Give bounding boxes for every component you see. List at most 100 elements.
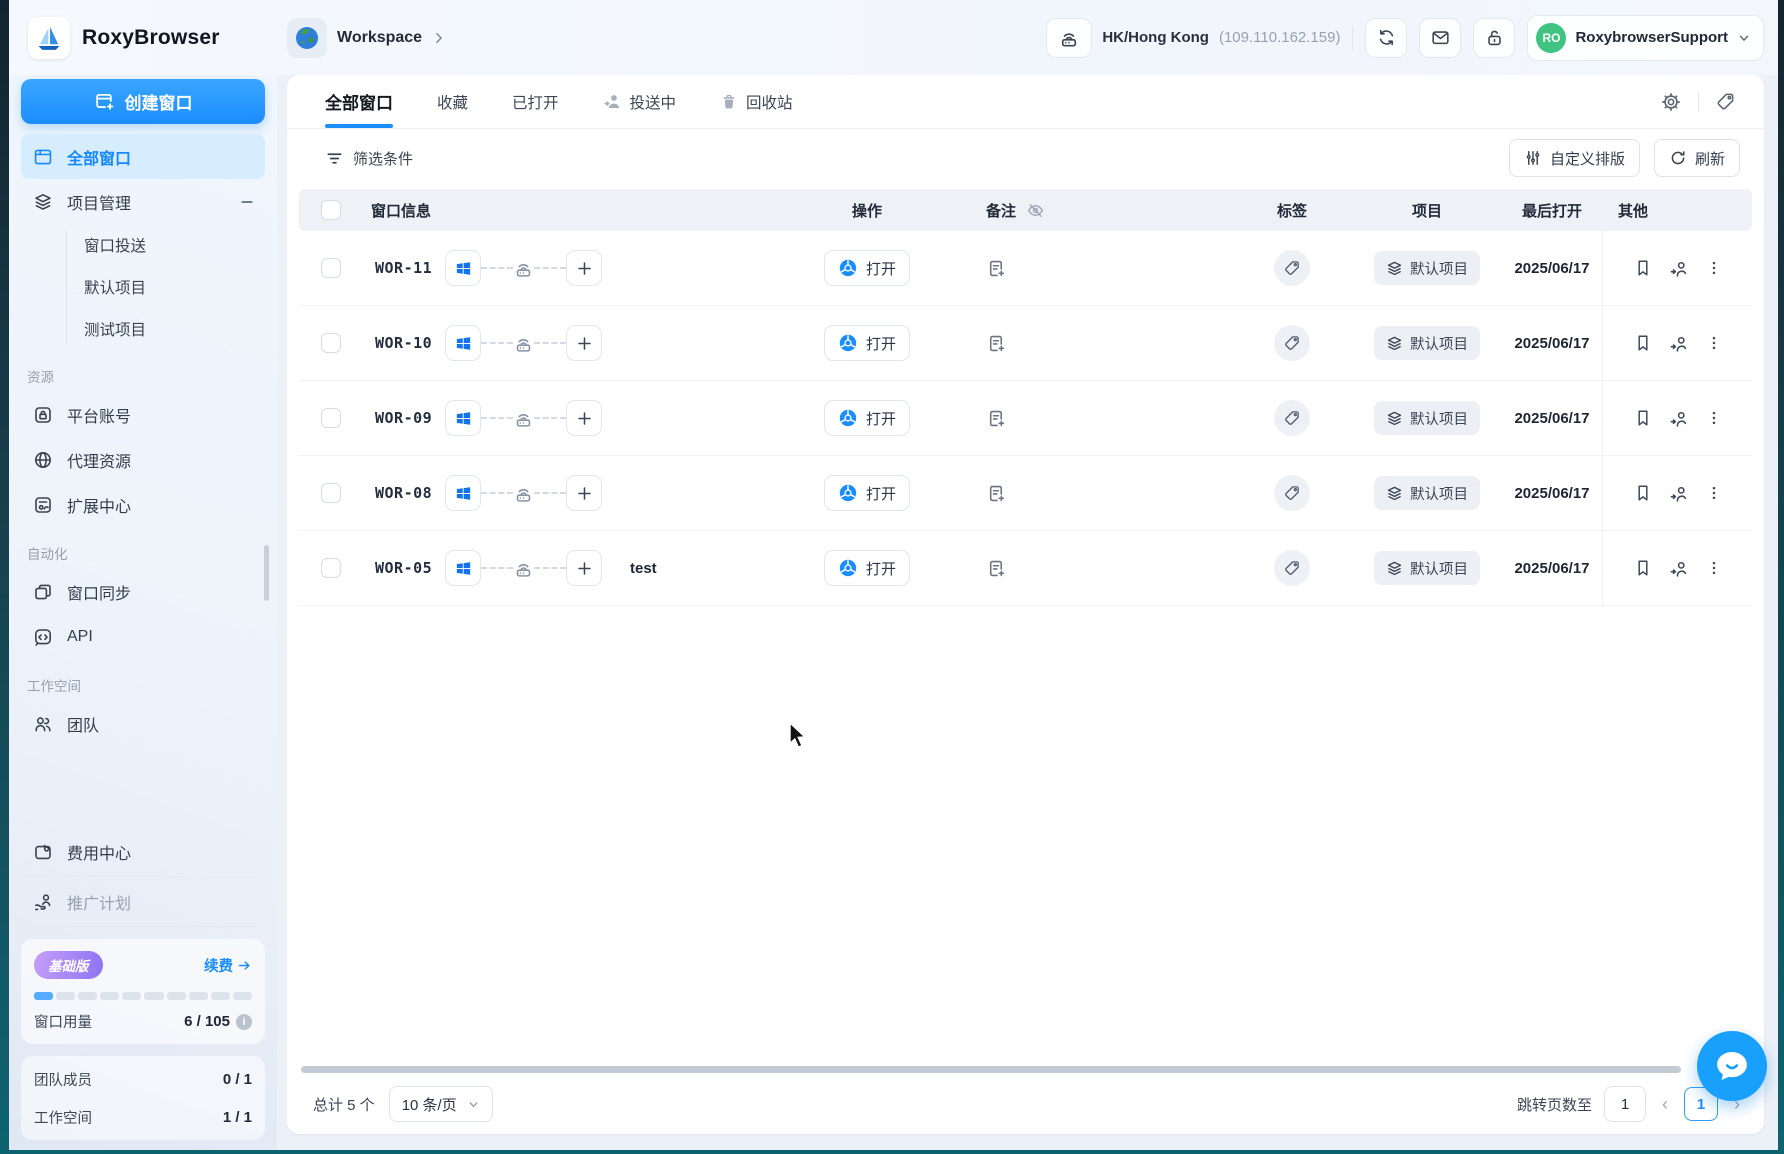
horizontal-scrollbar-thumb[interactable] [301,1066,1682,1073]
transfer-user-icon[interactable] [1668,483,1689,504]
windows-os-icon[interactable] [445,475,481,511]
tag-button[interactable] [1274,400,1310,436]
proxy-info[interactable]: HK/Hong Kong (109.110.162.159) [1046,17,1340,58]
tab-sending[interactable]: 投送中 [603,75,676,128]
proxy-router-icon[interactable] [513,408,534,429]
tag-button[interactable] [1274,325,1310,361]
add-note-icon[interactable] [986,483,1007,504]
row-checkbox[interactable] [321,558,341,578]
transfer-user-icon[interactable] [1668,558,1689,579]
windows-os-icon[interactable] [445,325,481,361]
windows-os-icon[interactable] [445,550,481,586]
custom-layout-button[interactable]: 自定义排版 [1508,139,1640,177]
sidebar-subitem-default-project[interactable]: 默认项目 [21,266,265,308]
open-window-button[interactable]: 打开 [823,325,910,361]
bookmark-icon[interactable] [1633,408,1653,428]
table-row[interactable]: WOR-10 打开 默认项目 2025/06/17 [299,306,1752,381]
sidebar-item-all-windows[interactable]: 全部窗口 [21,134,265,179]
project-chip[interactable]: 默认项目 [1374,401,1480,435]
mail-button[interactable] [1419,17,1462,58]
jump-page-input[interactable] [1604,1086,1646,1122]
sidebar-item-window-sync[interactable]: 窗口同步 [21,569,265,614]
open-window-button[interactable]: 打开 [823,550,910,586]
add-extension-button[interactable] [566,325,602,361]
filter-button[interactable]: 筛选条件 [325,148,413,169]
workspace-breadcrumb[interactable]: Workspace [287,17,446,58]
tab-recycle-bin[interactable]: 回收站 [720,75,793,128]
info-icon[interactable]: i [236,1013,252,1030]
proxy-router-icon[interactable] [513,483,534,504]
account-menu[interactable]: RO RoxybrowserSupport [1527,14,1764,61]
renew-link[interactable]: 续费 [204,955,252,976]
project-chip[interactable]: 默认项目 [1374,551,1480,585]
tab-opened[interactable]: 已打开 [512,75,559,128]
sidebar-item-billing-center[interactable]: 费用中心 [21,829,265,874]
prev-page-button[interactable]: ‹ [1658,1094,1672,1115]
tab-all-windows[interactable]: 全部窗口 [325,75,393,128]
collapse-minus-icon[interactable] [239,194,255,210]
project-chip[interactable]: 默认项目 [1374,476,1480,510]
bookmark-icon[interactable] [1633,483,1653,503]
support-chat-button[interactable] [1697,1031,1767,1101]
select-all-checkbox[interactable] [321,200,341,220]
tag-button[interactable] [1274,475,1310,511]
table-row[interactable]: WOR-05 test 打开 默认项目 2025/06/17 [299,531,1752,606]
tag-button[interactable] [1274,550,1310,586]
proxy-router-icon[interactable] [513,258,534,279]
proxy-router-icon[interactable] [513,558,534,579]
bookmark-icon[interactable] [1633,333,1653,353]
tab-favorites[interactable]: 收藏 [437,75,468,128]
add-note-icon[interactable] [986,408,1007,429]
sidebar-subitem-test-project[interactable]: 测试项目 [21,308,265,350]
sidebar-subitem-window-send[interactable]: 窗口投送 [21,224,265,266]
sidebar-scrollbar[interactable] [264,545,269,601]
table-row[interactable]: WOR-08 打开 默认项目 2025/06/17 [299,456,1752,531]
row-checkbox[interactable] [321,333,341,353]
add-note-icon[interactable] [986,558,1007,579]
more-actions-icon[interactable] [1705,484,1723,502]
add-note-icon[interactable] [986,258,1007,279]
sync-button[interactable] [1365,17,1408,58]
proxy-router-icon[interactable] [513,333,534,354]
page-size-select[interactable]: 10 条/页 [388,1086,493,1122]
windows-os-icon[interactable] [445,400,481,436]
sidebar-item-project-mgmt[interactable]: 项目管理 [21,179,265,224]
open-window-button[interactable]: 打开 [823,250,910,286]
row-checkbox[interactable] [321,408,341,428]
settings-gear-icon[interactable] [1660,91,1682,113]
project-chip[interactable]: 默认项目 [1374,326,1480,360]
more-actions-icon[interactable] [1705,259,1723,277]
sidebar-item-team[interactable]: 团队 [21,701,265,746]
project-chip[interactable]: 默认项目 [1374,251,1480,285]
sidebar-item-referral-plan[interactable]: 推广计划 [21,879,265,924]
transfer-user-icon[interactable] [1668,408,1689,429]
add-extension-button[interactable] [566,250,602,286]
windows-os-icon[interactable] [445,250,481,286]
sidebar-item-extension-center[interactable]: 扩展中心 [21,482,265,527]
create-window-button[interactable]: 创建窗口 [21,79,265,124]
table-row[interactable]: WOR-09 打开 默认项目 2025/06/17 [299,381,1752,456]
open-window-button[interactable]: 打开 [823,400,910,436]
add-extension-button[interactable] [566,550,602,586]
row-checkbox[interactable] [321,483,341,503]
add-extension-button[interactable] [566,400,602,436]
row-checkbox[interactable] [321,258,341,278]
add-note-icon[interactable] [986,333,1007,354]
table-row[interactable]: WOR-11 打开 默认项目 2025/06/17 [299,231,1752,306]
more-actions-icon[interactable] [1705,559,1723,577]
eye-off-icon[interactable] [1026,201,1045,220]
transfer-user-icon[interactable] [1668,333,1689,354]
bookmark-icon[interactable] [1633,258,1653,278]
refresh-button[interactable]: 刷新 [1653,139,1740,177]
sidebar-item-proxy-resources[interactable]: 代理资源 [21,437,265,482]
open-window-button[interactable]: 打开 [823,475,910,511]
sidebar-item-api[interactable]: API [21,614,265,659]
more-actions-icon[interactable] [1705,334,1723,352]
sidebar-item-platform-accounts[interactable]: 平台账号 [21,392,265,437]
lock-button[interactable] [1473,17,1516,58]
tag-manage-icon[interactable] [1715,91,1736,112]
more-actions-icon[interactable] [1705,409,1723,427]
add-extension-button[interactable] [566,475,602,511]
bookmark-icon[interactable] [1633,558,1653,578]
tag-button[interactable] [1274,250,1310,286]
